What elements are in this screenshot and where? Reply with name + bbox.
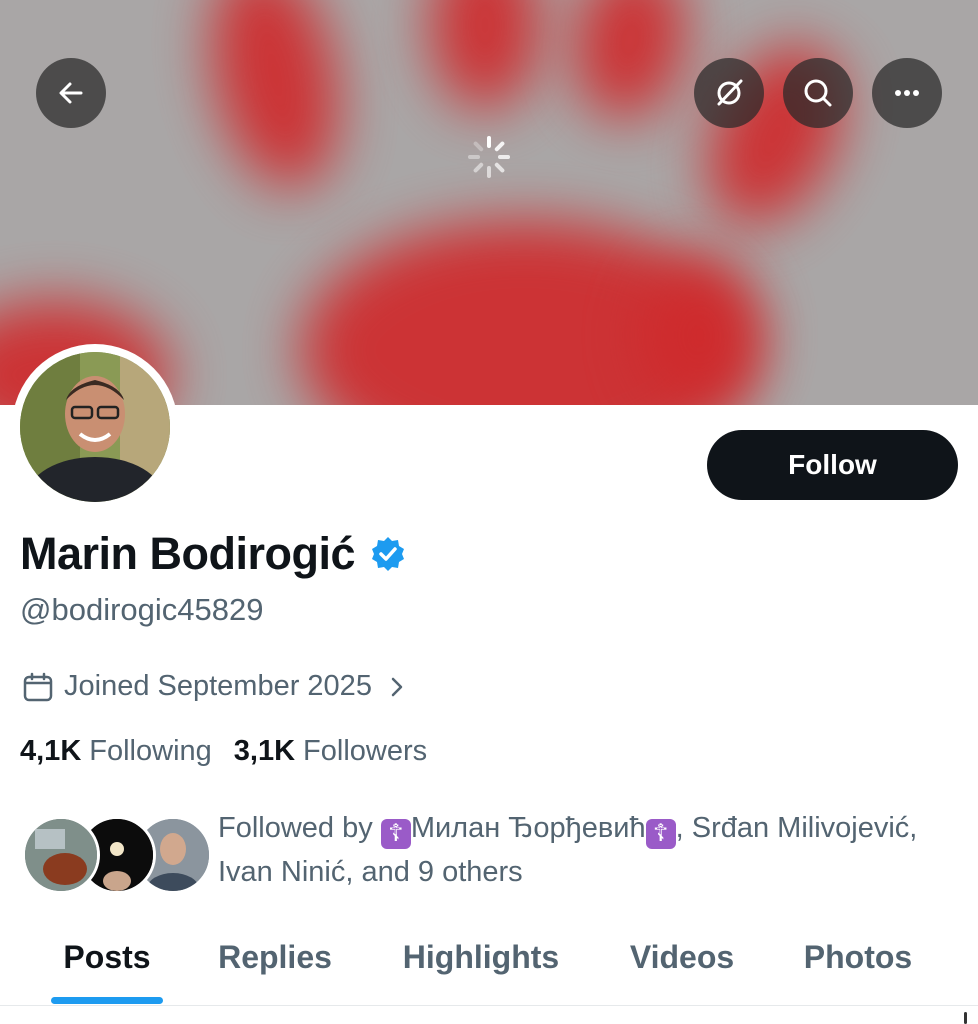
profile-page: Follow Marin Bodirogić @bodirogic45829 J… <box>0 0 978 1024</box>
profile-handle: @bodirogic45829 <box>20 592 264 627</box>
followed-by-prefix: Followed by <box>218 812 381 844</box>
joined-date-link[interactable]: Joined September 2025 <box>22 670 408 703</box>
banner-paint-mark <box>680 23 870 247</box>
more-options-button[interactable] <box>872 58 942 128</box>
tab-posts[interactable]: Posts <box>0 926 214 988</box>
orthodox-cross-icon: ☦ <box>380 819 411 849</box>
banner-paint-mark <box>430 0 540 110</box>
arrow-left-icon <box>59 82 83 104</box>
follow-button[interactable]: Follow <box>707 430 958 500</box>
more-horizontal-icon <box>895 90 919 96</box>
tab-photos[interactable]: Photos <box>738 926 978 988</box>
scrollbar[interactable] <box>964 1012 967 1024</box>
joined-date-text: Joined September 2025 <box>64 670 372 702</box>
tab-replies[interactable]: Replies <box>214 926 336 988</box>
profile-name-row: Marin Bodirogić <box>20 528 407 580</box>
spinner-icon <box>468 136 510 178</box>
chevron-right-icon <box>391 677 403 696</box>
active-tab-indicator <box>51 997 163 1004</box>
search-button[interactable] <box>783 58 853 128</box>
tab-highlights[interactable]: Highlights <box>336 926 626 988</box>
profile-banner[interactable] <box>0 0 978 405</box>
calendar-icon <box>23 672 53 701</box>
grok-icon <box>717 79 743 106</box>
banner-paint-mark <box>192 0 358 200</box>
grok-button[interactable] <box>694 58 764 128</box>
back-button[interactable] <box>36 58 106 128</box>
following-label: Following <box>89 735 212 767</box>
search-icon <box>804 79 832 107</box>
tabs-divider <box>0 1005 978 1006</box>
profile-name: Marin Bodirogić <box>20 528 356 579</box>
followers-link[interactable]: 3,1K Followers <box>234 735 427 768</box>
profile-stats: 4,1K Following 3,1K Followers <box>20 735 427 768</box>
avatar-image <box>20 352 170 502</box>
banner-paint-mark <box>561 0 699 129</box>
banner-paint-mark <box>640 260 760 405</box>
followers-count: 3,1K <box>233 735 296 767</box>
tab-videos[interactable]: Videos <box>626 926 738 988</box>
profile-tabs: Posts Replies Highlights Videos Photos <box>0 926 978 1006</box>
followed-by-name: Милан Ђорђевић <box>410 812 646 844</box>
followed-by-text[interactable]: Followed by ☦ Милан Ђорђевић ☦, Srđan Mili… <box>218 806 918 894</box>
verified-badge-icon[interactable] <box>369 535 407 573</box>
profile-avatar[interactable] <box>12 344 178 510</box>
following-count: 4,1K <box>20 735 82 767</box>
followers-label: Followers <box>303 735 428 767</box>
followers-you-know-avatars[interactable] <box>22 816 212 894</box>
orthodox-cross-icon: ☦ <box>645 819 676 849</box>
following-link[interactable]: 4,1K Following <box>20 735 212 768</box>
follower-avatar <box>22 816 100 894</box>
